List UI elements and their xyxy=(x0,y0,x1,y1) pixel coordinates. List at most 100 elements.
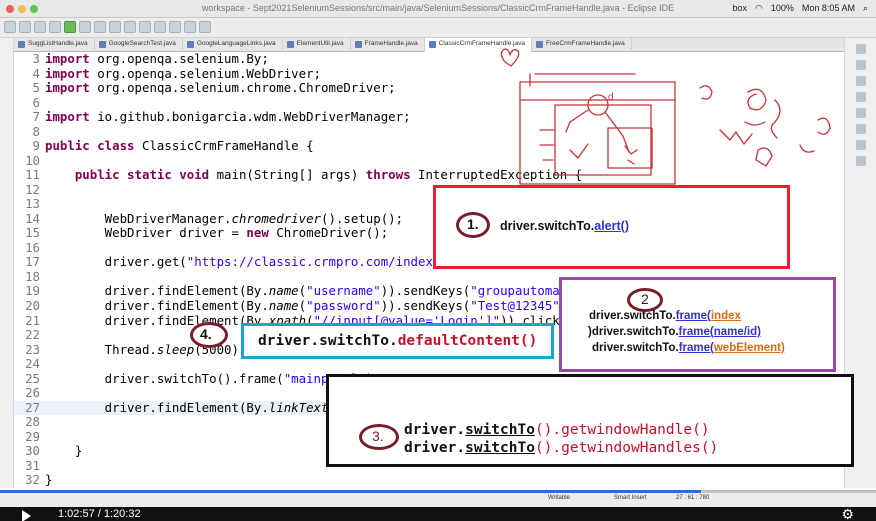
editor-tab[interactable]: GoogleSearchTest.java xyxy=(95,38,183,52)
frame-name-prefix: driver.switchTo. xyxy=(591,326,679,338)
search-icon[interactable]: ⌕ xyxy=(863,3,868,14)
editor-tab[interactable]: SuggListHandle.java xyxy=(14,38,95,52)
line-number[interactable]: 9 xyxy=(14,139,40,154)
code-text[interactable]: WebDriverManager.chromedriver().setup(); xyxy=(45,211,403,226)
search-tool-icon[interactable] xyxy=(154,21,166,33)
new-file-icon[interactable] xyxy=(4,21,16,33)
line-number[interactable]: 8 xyxy=(14,124,40,140)
code-line[interactable]: 9 public class ClassicCrmFrameHandle { xyxy=(14,138,844,154)
code-line[interactable]: 11 public static void main(String[] args… xyxy=(14,167,844,183)
code-text[interactable]: import org.openqa.selenium.By; xyxy=(45,51,269,66)
debug-icon[interactable] xyxy=(49,21,61,33)
code-line[interactable]: 8 xyxy=(14,124,844,140)
line-number[interactable]: 10 xyxy=(14,153,40,169)
line-number[interactable]: 27 xyxy=(14,400,40,416)
line-number[interactable]: 7 xyxy=(14,110,40,125)
line-number[interactable]: 4 xyxy=(14,66,40,82)
line-number[interactable]: 32 xyxy=(14,473,40,488)
code-line[interactable]: 3 import org.openqa.selenium.By; xyxy=(14,51,844,67)
task-list-icon[interactable] xyxy=(855,76,866,86)
line-number[interactable]: 13 xyxy=(14,197,40,212)
code-text[interactable]: } xyxy=(45,443,82,459)
editor-tab[interactable]: FreeCrmFrameHandle.java xyxy=(532,38,632,52)
line-number[interactable]: 25 xyxy=(14,371,40,387)
new-package-icon[interactable] xyxy=(109,21,121,33)
next-annotation-icon[interactable] xyxy=(169,21,181,33)
editor-tab[interactable]: ClassicCrmFrameHandle.java xyxy=(424,38,533,52)
line-number[interactable]: 29 xyxy=(14,429,40,445)
code-text[interactable]: } xyxy=(45,472,52,488)
save-all-icon[interactable] xyxy=(34,21,46,33)
code-text[interactable]: public class ClassicCrmFrameHandle { xyxy=(45,138,314,153)
line-number[interactable]: 6 xyxy=(14,95,40,111)
line-number[interactable]: 22 xyxy=(14,328,40,343)
eclipse-toolbar xyxy=(0,18,876,38)
line-number[interactable]: 11 xyxy=(14,168,40,183)
line-number[interactable]: 20 xyxy=(14,298,40,314)
code-line[interactable]: 10 xyxy=(14,153,844,169)
player-control-bar: 1:02:57 / 1:20:32 ⚙ xyxy=(0,507,876,521)
frame-name-arg: name/id) xyxy=(713,326,761,338)
wifi-icon[interactable]: ◠ xyxy=(755,3,763,14)
line-number[interactable]: 28 xyxy=(14,415,40,430)
new-class-icon[interactable] xyxy=(124,21,136,33)
forward-icon[interactable] xyxy=(199,21,211,33)
progress-fill[interactable] xyxy=(0,490,701,493)
code-line[interactable]: 5 import org.openqa.selenium.chrome.Chrom… xyxy=(14,80,844,96)
line-number[interactable]: 14 xyxy=(14,211,40,227)
code-line[interactable]: 4 import org.openqa.selenium.WebDriver; xyxy=(14,66,844,82)
line-number[interactable]: 12 xyxy=(14,182,40,198)
window-handle-switchto: switchTo xyxy=(465,422,535,438)
box-tray-icon[interactable]: box xyxy=(733,3,748,14)
open-type-icon[interactable] xyxy=(139,21,151,33)
external-tools-icon[interactable] xyxy=(79,21,91,33)
line-number[interactable]: 24 xyxy=(14,357,40,372)
line-number[interactable]: 31 xyxy=(14,458,40,474)
code-line[interactable]: 6 xyxy=(14,95,844,111)
line-number[interactable]: 18 xyxy=(14,269,40,285)
run-icon[interactable] xyxy=(64,21,76,33)
line-number[interactable]: 3 xyxy=(14,51,40,67)
declaration-icon[interactable] xyxy=(855,156,866,166)
play-icon[interactable] xyxy=(22,510,31,521)
line-number[interactable]: 17 xyxy=(14,255,40,270)
number-4-label: 4. xyxy=(200,326,212,342)
line-number[interactable]: 19 xyxy=(14,284,40,299)
code-text[interactable]: import org.openqa.selenium.WebDriver; xyxy=(45,66,321,81)
frame-index-method: frame( xyxy=(675,310,711,322)
alert-method: alert() xyxy=(594,219,629,233)
line-number[interactable]: 30 xyxy=(14,444,40,459)
new-java-project-icon[interactable] xyxy=(94,21,106,33)
editor-tab[interactable]: ElementUtil.java xyxy=(283,38,351,52)
code-text[interactable]: import io.github.bonigarcia.wdm.WebDrive… xyxy=(45,109,411,124)
code-text[interactable]: import org.openqa.selenium.chrome.Chrome… xyxy=(45,80,396,95)
code-text[interactable]: public static void main(String[] args) t… xyxy=(45,167,582,182)
code-text[interactable]: WebDriver driver = new ChromeDriver(); xyxy=(45,225,389,241)
perspective-icon[interactable] xyxy=(855,44,866,54)
line-number[interactable]: 23 xyxy=(14,342,40,358)
frame-name-method: frame( xyxy=(678,326,714,338)
battery-indicator[interactable]: 100% xyxy=(771,3,794,14)
code-text[interactable]: driver.get("https://classic.crmpro.com/i… xyxy=(45,254,493,270)
javadoc-icon[interactable] xyxy=(855,140,866,150)
settings-gear-icon[interactable]: ⚙ xyxy=(841,507,854,521)
line-number[interactable]: 21 xyxy=(14,313,40,329)
search-view-icon[interactable] xyxy=(855,124,866,134)
code-text[interactable]: driver.findElement(By.name("password")).… xyxy=(45,298,575,313)
line-number[interactable]: 5 xyxy=(14,81,40,96)
problems-icon[interactable] xyxy=(855,92,866,102)
console-icon[interactable] xyxy=(855,108,866,118)
editor-tab[interactable]: FrameHandle.java xyxy=(351,38,425,52)
editor-tab[interactable]: GoogleLanguageLinks.java xyxy=(183,38,283,52)
code-line[interactable]: 32} xyxy=(14,473,844,488)
code-line[interactable]: 7 import io.github.bonigarcia.wdm.WebDriv… xyxy=(14,109,844,125)
clock[interactable]: Mon 8:05 AM xyxy=(802,3,855,14)
back-icon[interactable] xyxy=(184,21,196,33)
save-icon[interactable] xyxy=(19,21,31,33)
outline-icon[interactable] xyxy=(855,60,866,70)
window-handle-method: ().getwindowHandle() xyxy=(534,422,710,438)
line-number[interactable]: 16 xyxy=(14,240,40,256)
code-text[interactable]: driver.findElement(By.name("username")).… xyxy=(45,283,612,299)
line-number[interactable]: 15 xyxy=(14,226,40,241)
line-number[interactable]: 26 xyxy=(14,386,40,401)
